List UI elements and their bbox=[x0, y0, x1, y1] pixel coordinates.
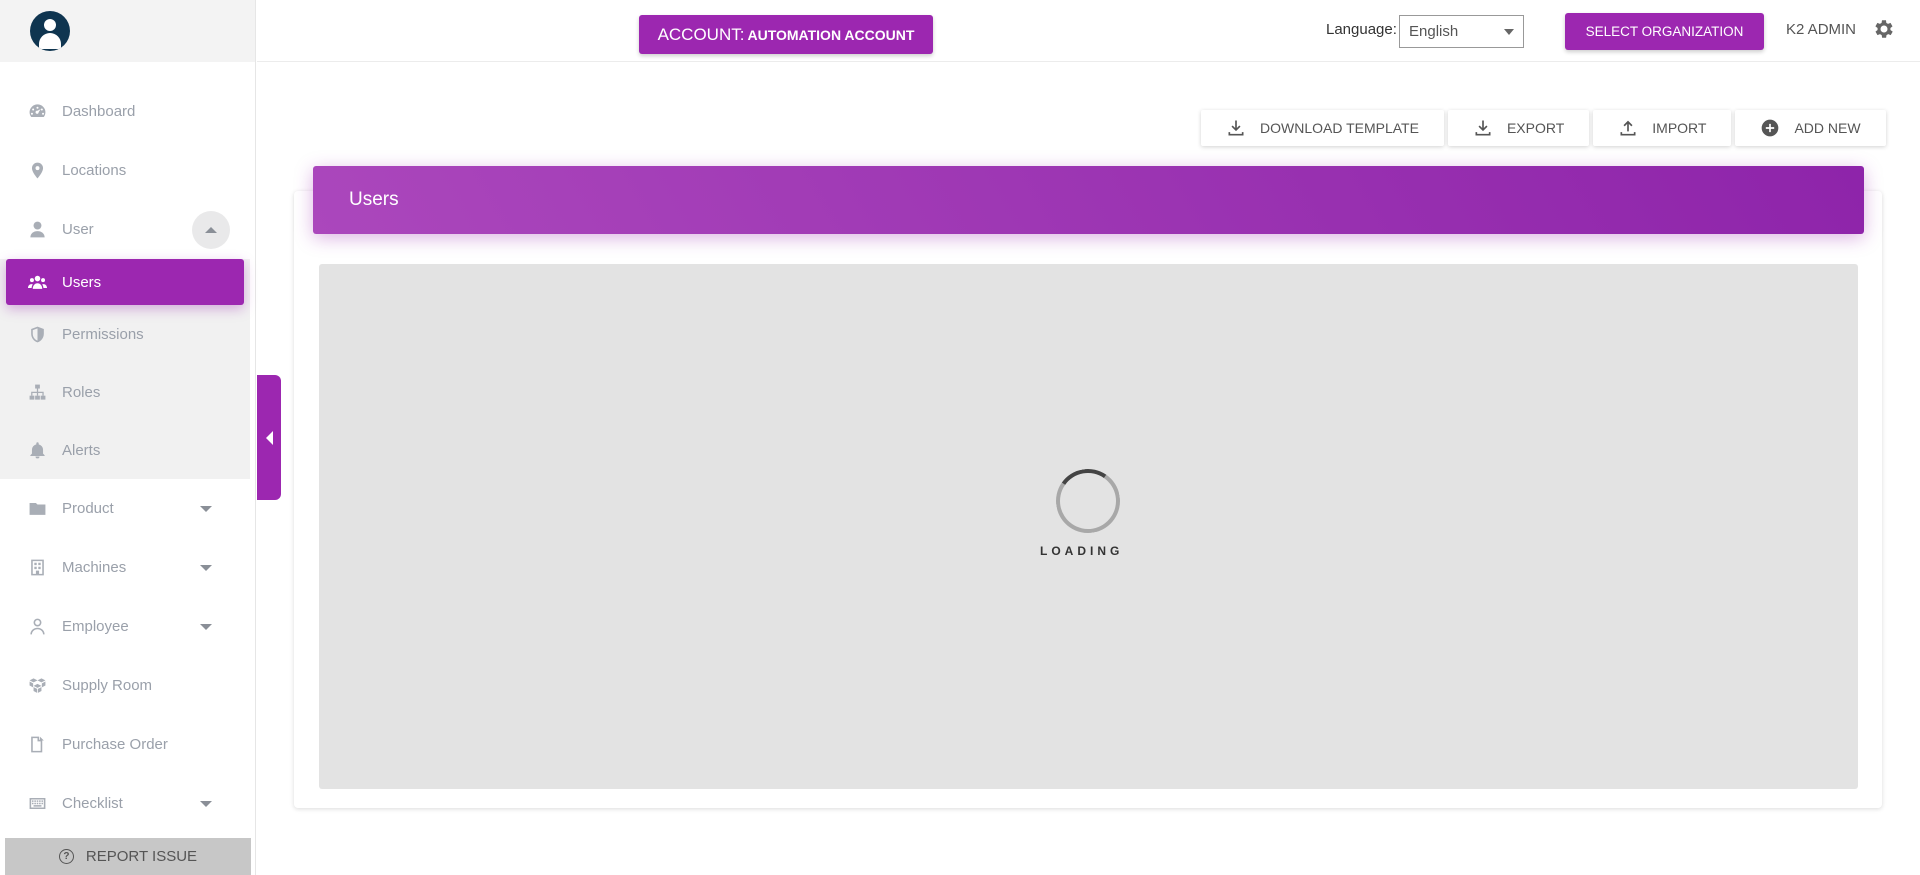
chevron-down-icon bbox=[200, 564, 212, 571]
sidebar-item-label: Users bbox=[62, 273, 102, 291]
export-button[interactable]: EXPORT bbox=[1447, 110, 1590, 146]
user-name[interactable]: K2 ADMIN bbox=[1786, 21, 1856, 38]
sidebar-item-label: Roles bbox=[62, 383, 101, 401]
download-template-button[interactable]: DOWNLOAD TEMPLATE bbox=[1201, 110, 1444, 146]
user-submenu: Users Permissions Roles Alerts bbox=[0, 259, 250, 479]
account-prefix: ACCOUNT: bbox=[657, 24, 745, 44]
language-value: English bbox=[1409, 23, 1459, 40]
add-new-button[interactable]: ADD NEW bbox=[1735, 110, 1886, 146]
sidebar-item-label: Alerts bbox=[62, 441, 101, 459]
person-icon bbox=[27, 220, 47, 240]
sidebar-item-roles[interactable]: Roles bbox=[0, 363, 250, 421]
sidebar-item-label: Purchase Order bbox=[62, 736, 168, 753]
account-button[interactable]: ACCOUNT: AUTOMATION ACCOUNT bbox=[639, 15, 933, 54]
toolbar-actions: DOWNLOAD TEMPLATE EXPORT IMPORT ADD NEW bbox=[1201, 110, 1886, 146]
help-circle-icon: ? bbox=[58, 849, 74, 864]
sidebar-item-label: Machines bbox=[62, 559, 127, 576]
avatar[interactable] bbox=[30, 11, 70, 51]
chevron-left-icon bbox=[265, 430, 273, 445]
sidebar-collapse-toggle[interactable] bbox=[257, 375, 281, 500]
language-label: Language: bbox=[1326, 21, 1397, 38]
documents-icon bbox=[27, 735, 47, 755]
sidebar-item-label: Employee bbox=[62, 618, 129, 635]
chevron-down-icon bbox=[200, 505, 212, 512]
report-issue-button[interactable]: ? REPORT ISSUE bbox=[5, 838, 251, 875]
download-icon bbox=[1228, 120, 1244, 136]
chevron-down-icon bbox=[200, 623, 212, 630]
chevron-up-icon bbox=[205, 226, 217, 233]
sidebar-item-label: Checklist bbox=[62, 795, 123, 812]
language-select[interactable]: English bbox=[1399, 15, 1524, 48]
shield-icon bbox=[27, 324, 47, 344]
sidebar-header bbox=[0, 0, 255, 62]
boxes-icon bbox=[27, 676, 47, 696]
sidebar-item-label: Dashboard bbox=[62, 103, 136, 120]
sidebar-item-alerts[interactable]: Alerts bbox=[0, 421, 250, 479]
upload-icon bbox=[1620, 120, 1636, 136]
sidebar-item-machines[interactable]: Machines bbox=[0, 538, 256, 597]
sidebar-item-product[interactable]: Product bbox=[0, 479, 256, 538]
sidebar-item-supply-room[interactable]: Supply Room bbox=[0, 656, 256, 715]
collapse-section-button[interactable] bbox=[192, 210, 230, 249]
sidebar-item-employee[interactable]: Employee bbox=[0, 597, 256, 656]
sidebar-item-label: Supply Room bbox=[62, 677, 153, 694]
download-template-label: DOWNLOAD TEMPLATE bbox=[1260, 120, 1419, 136]
map-pin-icon bbox=[27, 161, 47, 181]
card-header: Users bbox=[313, 166, 1864, 234]
sidebar-item-dashboard[interactable]: Dashboard bbox=[0, 82, 256, 141]
add-new-label: ADD NEW bbox=[1794, 120, 1861, 136]
sidebar-item-locations[interactable]: Locations bbox=[0, 141, 256, 200]
dashboard-gauge-icon bbox=[27, 102, 47, 122]
keyboard-icon bbox=[27, 794, 47, 814]
select-organization-button[interactable]: SELECT ORGANIZATION bbox=[1565, 13, 1764, 50]
sidebar-item-label: Locations bbox=[62, 162, 127, 179]
person-outline-icon bbox=[27, 617, 47, 637]
sidebar-item-user[interactable]: User bbox=[0, 200, 256, 259]
chevron-down-icon bbox=[200, 800, 212, 807]
sidebar-item-label: Permissions bbox=[62, 325, 144, 343]
select-organization-label: SELECT ORGANIZATION bbox=[1585, 24, 1744, 39]
page-title: Users bbox=[349, 189, 399, 210]
download-icon bbox=[1475, 120, 1491, 136]
sidebar: Dashboard Locations User Users Permissio… bbox=[0, 0, 256, 875]
top-bar: ACCOUNT: AUTOMATION ACCOUNT Language: En… bbox=[257, 0, 1920, 62]
sidebar-item-users[interactable]: Users bbox=[6, 259, 244, 305]
users-group-icon bbox=[27, 272, 47, 292]
building-icon bbox=[27, 558, 47, 578]
report-issue-label: REPORT ISSUE bbox=[85, 848, 198, 865]
gear-icon[interactable] bbox=[1872, 17, 1896, 41]
folder-icon bbox=[27, 499, 47, 519]
bell-icon bbox=[27, 440, 47, 460]
sidebar-nav: Dashboard Locations User Users Permissio… bbox=[0, 82, 256, 833]
sidebar-item-permissions[interactable]: Permissions bbox=[0, 305, 250, 363]
sitemap-icon bbox=[27, 382, 47, 402]
plus-circle-icon bbox=[1762, 119, 1779, 137]
account-name: AUTOMATION ACCOUNT bbox=[747, 26, 915, 43]
dropdown-arrow-icon bbox=[1504, 29, 1514, 35]
import-button[interactable]: IMPORT bbox=[1593, 110, 1732, 146]
sidebar-item-purchase-order[interactable]: Purchase Order bbox=[0, 715, 256, 774]
sidebar-item-label: User bbox=[62, 221, 94, 238]
sidebar-item-label: Product bbox=[62, 500, 114, 517]
sidebar-item-checklist[interactable]: Checklist bbox=[0, 774, 256, 833]
loading-text: LOADING bbox=[1040, 544, 1124, 558]
import-label: IMPORT bbox=[1652, 120, 1707, 136]
export-label: EXPORT bbox=[1506, 120, 1565, 136]
